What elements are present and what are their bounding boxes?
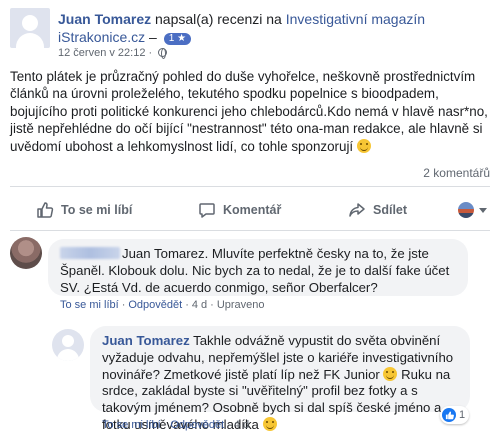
- commenter-avatar[interactable]: [10, 237, 42, 269]
- smiley-emoji: [356, 138, 371, 153]
- rating-badge: 1 ★: [163, 33, 192, 45]
- author-avatar[interactable]: [10, 8, 50, 48]
- reply-actions: To se mi líbí · Odpovědět · 4 d: [102, 419, 250, 431]
- rating-value: 1: [168, 33, 175, 44]
- comment-count-link[interactable]: 2 komentářů: [423, 166, 490, 180]
- redacted-commenter-name: [60, 247, 120, 259]
- share-arrow-icon: [349, 203, 365, 217]
- comment-button[interactable]: Komentář: [198, 190, 281, 230]
- like-button[interactable]: To se mi líbí: [36, 190, 132, 230]
- smiley-emoji: [383, 366, 398, 381]
- comment-bubble-icon: [199, 203, 215, 218]
- globe-icon: [158, 48, 168, 59]
- author-name-link[interactable]: Juan Tomarez: [58, 11, 151, 27]
- page-suffix: –: [145, 29, 161, 45]
- meta-separator: ·: [145, 47, 156, 59]
- reply-like-link[interactable]: To se mi líbí: [102, 419, 161, 431]
- comment-like-link[interactable]: To se mi líbí: [60, 299, 119, 311]
- comment-actions: To se mi líbí · Odpovědět · 4 d · Upraveno: [60, 299, 265, 311]
- divider: [10, 186, 490, 187]
- reply-bubble: Juan Tomarez Takhle odvážně vypustit do …: [90, 326, 470, 432]
- viewer-selector[interactable]: [458, 190, 487, 230]
- comment-bubble: Juan Tomarez. Mluvíte perfektně česky na…: [48, 239, 468, 296]
- reply-author-avatar[interactable]: [52, 329, 84, 361]
- comment-edited[interactable]: Upraveno: [217, 299, 265, 311]
- thumbs-up-icon: [37, 202, 54, 218]
- reaction-count: 1: [459, 409, 466, 421]
- post-text: Tento plátek je průzračný pohled do duše…: [10, 69, 488, 154]
- comment-reply-link[interactable]: Odpovědět: [128, 299, 182, 311]
- post-title-line: Juan Tomarez napsal(a) recenzi na Invest…: [58, 10, 488, 46]
- comment-age[interactable]: 4 d: [192, 299, 207, 311]
- like-label: To se mi líbí: [61, 203, 133, 217]
- action-bar: To se mi líbí Komentář Sdílet: [10, 190, 490, 230]
- share-label: Sdílet: [373, 203, 408, 217]
- smiley-emoji: [262, 416, 277, 431]
- post-timestamp[interactable]: 12 červen v 22:12: [58, 47, 145, 59]
- reaction-badge[interactable]: 1: [440, 406, 470, 424]
- reply-age[interactable]: 4 d: [234, 419, 249, 431]
- reply-reply-link[interactable]: Odpovědět: [170, 419, 224, 431]
- comment-label: Komentář: [223, 203, 282, 217]
- review-post: Juan Tomarez napsal(a) recenzi na Invest…: [0, 0, 500, 438]
- share-button[interactable]: Sdílet: [348, 190, 407, 230]
- post-meta: 12 červen v 22:12 ·: [58, 47, 168, 60]
- divider: [10, 230, 490, 231]
- viewer-avatar: [458, 202, 474, 218]
- post-body: Tento plátek je průzračný pohled do duše…: [10, 68, 492, 155]
- like-reaction-icon: [442, 408, 456, 422]
- post-header: Juan Tomarez napsal(a) recenzi na Invest…: [10, 8, 490, 60]
- chevron-down-icon: [479, 207, 487, 213]
- action-text: napsal(a) recenzi na: [151, 11, 286, 27]
- reply-author-link[interactable]: Juan Tomarez: [102, 333, 190, 348]
